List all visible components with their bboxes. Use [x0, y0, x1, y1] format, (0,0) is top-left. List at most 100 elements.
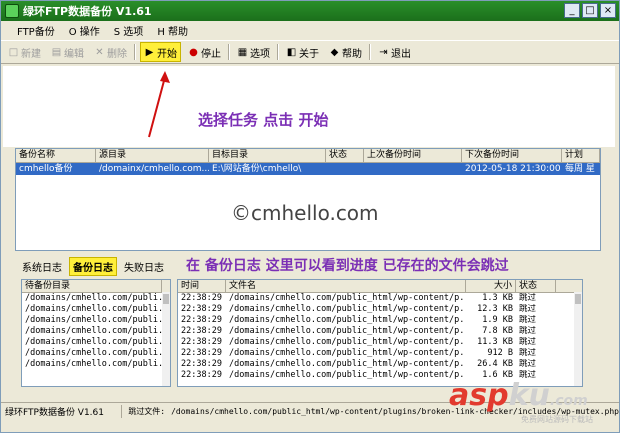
table-row[interactable]: 22:38:29/domains/cmhello.com/public_html…	[178, 326, 582, 337]
cell-last-backup	[364, 163, 462, 175]
menu-bar: FTP备份 O 操作 S 选项 H 帮助	[1, 22, 619, 39]
list-item[interactable]: /domains/cmhello.com/publi...	[22, 337, 170, 348]
backup-log-list[interactable]: 时间 文件名 大小 状态 22:38:29/domains/cmhello.co…	[177, 279, 583, 387]
list-item[interactable]: /domains/cmhello.com/publi...	[22, 304, 170, 315]
col-schedule[interactable]: 计划	[562, 149, 600, 162]
col-time[interactable]: 时间	[178, 280, 226, 292]
col-target-dir[interactable]: 目标目录	[209, 149, 326, 162]
col-status[interactable]: 状态	[326, 149, 364, 162]
cell-time: 22:38:29	[181, 337, 222, 347]
col-filename[interactable]: 文件名	[226, 280, 466, 292]
list-item[interactable]: /domains/cmhello.com/publi...	[22, 315, 170, 326]
cell-log-status: 跳过	[519, 293, 537, 303]
table-row[interactable]: cmhello备份 /domainx/cmhello.com... E:\网站备…	[16, 163, 600, 175]
menu-options[interactable]: S 选项	[114, 23, 144, 38]
cell-time: 22:38:29	[181, 293, 222, 303]
about-button[interactable]: ◧ 关于	[283, 43, 322, 61]
col-pending-dir[interactable]: 待备份目录	[22, 280, 162, 292]
cell-backup-name: cmhello备份	[19, 164, 73, 174]
col-source-dir[interactable]: 源目录	[96, 149, 209, 162]
col-backup-name[interactable]: 备份名称	[16, 149, 96, 162]
job-list[interactable]: 备份名称 源目录 目标目录 状态 上次备份时间 下次备份时间 计划 cmhell…	[15, 148, 601, 251]
toolbar-separator	[369, 44, 371, 60]
menu-operation[interactable]: O 操作	[69, 23, 100, 38]
cell-size: 1.9 KB	[482, 315, 513, 325]
cell-filename: /domains/cmhello.com/public_html/wp-cont…	[229, 359, 466, 369]
table-row[interactable]: 22:38:29/domains/cmhello.com/public_html…	[178, 304, 582, 315]
status-app-name: 绿环FTP数据备份 V1.61	[1, 404, 123, 418]
edit-button[interactable]: ▤ 编辑	[48, 43, 87, 61]
pending-path: /domains/cmhello.com/publi...	[25, 304, 170, 314]
cell-log-status: 跳过	[519, 348, 537, 358]
stop-button[interactable]: ● 停止	[185, 43, 224, 61]
options-button[interactable]: ▦ 选项	[234, 43, 273, 61]
start-button[interactable]: ▶ 开始	[140, 42, 181, 62]
logo-main: asp	[449, 378, 509, 413]
col-next-backup[interactable]: 下次备份时间	[462, 149, 562, 162]
table-row[interactable]: 22:38:29/domains/cmhello.com/public_html…	[178, 315, 582, 326]
pending-header: 待备份目录	[22, 280, 170, 293]
pending-scrollbar[interactable]	[162, 292, 170, 386]
help-icon: ◆	[330, 46, 339, 58]
tab-system-log[interactable]: 系统日志	[19, 258, 65, 275]
list-item[interactable]: /domains/cmhello.com/publi...	[22, 348, 170, 359]
table-row[interactable]: 22:38:29/domains/cmhello.com/public_html…	[178, 348, 582, 359]
instruction-top: 选择任务 点击 开始	[198, 111, 329, 129]
tab-failed-log[interactable]: 失败日志	[121, 258, 167, 275]
exit-icon: ⇥	[379, 46, 388, 58]
cell-filename: /domains/cmhello.com/public_html/wp-cont…	[229, 326, 466, 336]
toolbar-separator	[277, 44, 279, 60]
task-detail-area	[3, 66, 615, 147]
cell-time: 22:38:29	[181, 304, 222, 314]
cell-filename: /domains/cmhello.com/public_html/wp-cont…	[229, 348, 466, 358]
title-bar[interactable]: 绿环FTP数据备份 V1.61 _ □ ×	[1, 1, 619, 21]
pending-path: /domains/cmhello.com/publi...	[25, 315, 170, 325]
cell-filename: /domains/cmhello.com/public_html/wp-cont…	[229, 304, 466, 314]
maximize-button[interactable]: □	[582, 3, 598, 18]
cell-filename: /domains/cmhello.com/public_html/wp-cont…	[229, 293, 466, 303]
cell-log-status: 跳过	[519, 326, 537, 336]
cell-filename: /domains/cmhello.com/public_html/wp-cont…	[229, 315, 466, 325]
cell-schedule: 每周 星	[565, 164, 595, 174]
app-icon	[5, 4, 19, 18]
col-last-backup[interactable]: 上次备份时间	[364, 149, 462, 162]
table-row[interactable]: 22:38:29/domains/cmhello.com/public_html…	[178, 293, 582, 304]
cell-size: 12.3 KB	[477, 304, 513, 314]
cell-size: 26.4 KB	[477, 359, 513, 369]
cell-source-dir: /domainx/cmhello.com...	[99, 164, 209, 174]
menu-ftp-backup[interactable]: FTP备份	[17, 23, 55, 38]
list-item[interactable]: /domains/cmhello.com/publi...	[22, 326, 170, 337]
delete-button[interactable]: ✕ 删除	[91, 43, 130, 61]
help-button[interactable]: ◆ 帮助	[326, 43, 365, 61]
window-title: 绿环FTP数据备份 V1.61	[23, 5, 152, 18]
toolbar: □ 新建 ▤ 编辑 ✕ 删除 ▶ 开始 ● 停止 ▦ 选项 ◧ 关于 ◆ 帮助 ⇥ 退出	[1, 40, 619, 64]
table-row[interactable]: 22:38:29/domains/cmhello.com/public_html…	[178, 337, 582, 348]
menu-help[interactable]: H 帮助	[157, 23, 188, 38]
pending-path: /domains/cmhello.com/publi...	[25, 293, 170, 303]
exit-button[interactable]: ⇥ 退出	[375, 43, 414, 61]
job-list-header: 备份名称 源目录 目标目录 状态 上次备份时间 下次备份时间 计划	[16, 149, 600, 163]
cell-log-status: 跳过	[519, 304, 537, 314]
logo-tagline: 免费网站源码下载站	[521, 415, 593, 424]
table-row[interactable]: 22:38:29/domains/cmhello.com/public_html…	[178, 359, 582, 370]
cell-size: 7.8 KB	[482, 326, 513, 336]
tab-backup-log[interactable]: 备份日志	[69, 257, 117, 276]
cell-size: 1.3 KB	[482, 293, 513, 303]
cell-size: 11.3 KB	[477, 337, 513, 347]
delete-icon: ✕	[95, 46, 104, 58]
pending-dir-list[interactable]: 待备份目录 /domains/cmhello.com/publi... /dom…	[21, 279, 171, 387]
close-button[interactable]: ×	[600, 3, 616, 18]
scrollbar-thumb[interactable]	[163, 294, 169, 304]
about-icon: ◧	[286, 46, 297, 58]
scrollbar-thumb[interactable]	[575, 294, 581, 304]
list-item[interactable]: /domains/cmhello.com/publi...	[22, 359, 170, 370]
log-header: 时间 文件名 大小 状态	[178, 280, 582, 293]
col-log-status[interactable]: 状态	[516, 280, 556, 292]
cell-filename: /domains/cmhello.com/public_html/wp-cont…	[229, 370, 466, 380]
col-size[interactable]: 大小	[466, 280, 516, 292]
log-scrollbar[interactable]	[574, 292, 582, 386]
new-button[interactable]: □ 新建	[5, 43, 44, 61]
new-doc-icon: □	[8, 46, 19, 58]
minimize-button[interactable]: _	[564, 3, 580, 18]
list-item[interactable]: /domains/cmhello.com/publi...	[22, 293, 170, 304]
